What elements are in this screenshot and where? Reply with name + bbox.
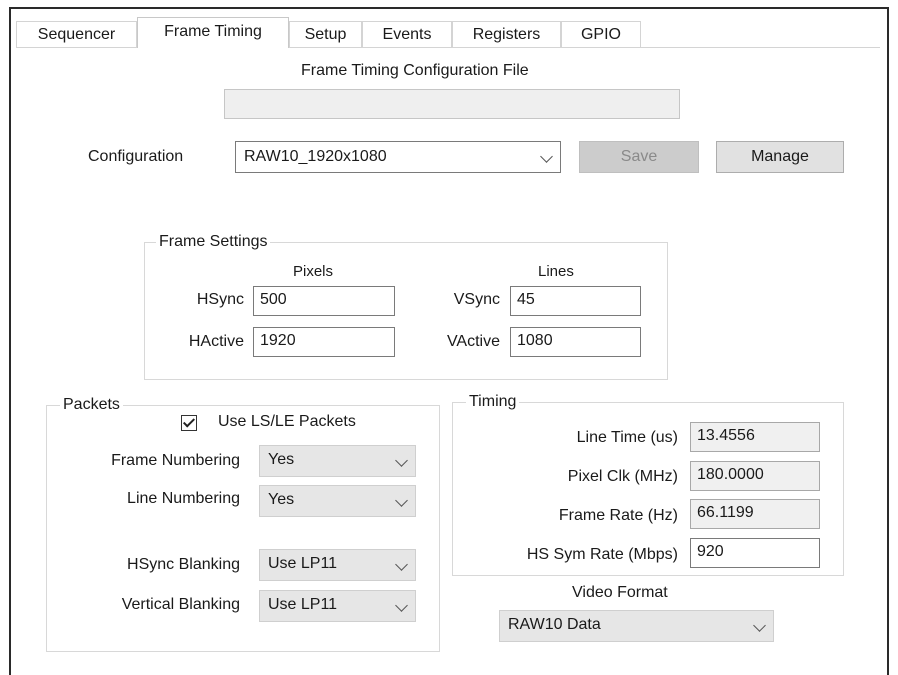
vertical-blanking-dropdown[interactable]: Use LP11 <box>259 590 416 622</box>
pixel-clk-label: Pixel Clk (MHz) <box>567 468 678 485</box>
line-numbering-value: Yes <box>268 491 295 508</box>
manage-button[interactable]: Manage <box>716 141 844 173</box>
line-time-field: 13.4556 <box>690 422 820 452</box>
config-file-label: Frame Timing Configuration File <box>301 62 529 79</box>
hsync-input[interactable]: 500 <box>253 286 395 316</box>
configuration-dropdown[interactable]: RAW10_1920x1080 <box>235 141 561 173</box>
video-format-label: Video Format <box>572 584 668 601</box>
config-file-field[interactable] <box>224 89 680 119</box>
configuration-label: Configuration <box>88 148 184 165</box>
chevron-down-icon <box>395 599 408 612</box>
vertical-blanking-label: Vertical Blanking <box>121 596 240 613</box>
tab-frame-timing[interactable]: Frame Timing <box>137 17 289 48</box>
pixels-header: Pixels <box>293 263 334 280</box>
frame-numbering-value: Yes <box>268 451 295 468</box>
window-left-border <box>9 7 11 675</box>
hsync-blanking-value: Use LP11 <box>268 555 338 572</box>
pixel-clk-field: 180.0000 <box>690 461 820 491</box>
timing-title: Timing <box>466 393 520 411</box>
tab-setup[interactable]: Setup <box>289 21 362 47</box>
line-numbering-dropdown[interactable]: Yes <box>259 485 416 517</box>
chevron-down-icon <box>540 150 553 163</box>
chevron-down-icon <box>753 619 766 632</box>
frame-settings-title: Frame Settings <box>156 233 271 251</box>
configuration-value: RAW10_1920x1080 <box>244 148 387 165</box>
tab-gpio[interactable]: GPIO <box>561 21 641 47</box>
video-format-value: RAW10 Data <box>508 616 601 633</box>
chevron-down-icon <box>395 454 408 467</box>
line-numbering-label: Line Numbering <box>127 490 240 507</box>
save-button[interactable]: Save <box>579 141 699 173</box>
hsync-blanking-label: HSync Blanking <box>127 556 240 573</box>
hsync-blanking-dropdown[interactable]: Use LP11 <box>259 549 416 581</box>
vertical-blanking-value: Use LP11 <box>268 596 338 613</box>
chevron-down-icon <box>395 558 408 571</box>
video-format-dropdown[interactable]: RAW10 Data <box>499 610 774 642</box>
frame-rate-field: 66.1199 <box>690 499 820 529</box>
vsync-input[interactable]: 45 <box>510 286 641 316</box>
window-right-border <box>887 7 889 675</box>
checkmark-icon <box>182 415 196 428</box>
chevron-down-icon <box>395 494 408 507</box>
packets-title: Packets <box>60 396 123 414</box>
hs-sym-rate-input[interactable]: 920 <box>690 538 820 568</box>
tab-sequencer[interactable]: Sequencer <box>16 21 137 47</box>
vsync-label: VSync <box>453 291 500 308</box>
hactive-input[interactable]: 1920 <box>253 327 395 357</box>
use-lsle-label[interactable]: Use LS/LE Packets <box>218 413 356 431</box>
tab-events[interactable]: Events <box>362 21 452 47</box>
line-time-label: Line Time (us) <box>576 429 678 446</box>
window-top-border <box>9 7 889 9</box>
tab-registers[interactable]: Registers <box>452 21 561 47</box>
frame-numbering-label: Frame Numbering <box>111 452 240 469</box>
use-lsle-checkbox[interactable] <box>181 415 197 431</box>
frame-rate-label: Frame Rate (Hz) <box>558 507 678 524</box>
vactive-label: VActive <box>446 333 500 350</box>
hsync-label: HSync <box>196 291 244 308</box>
hactive-label: HActive <box>188 333 244 350</box>
lines-header: Lines <box>538 263 574 280</box>
frame-numbering-dropdown[interactable]: Yes <box>259 445 416 477</box>
hs-sym-rate-label: HS Sym Rate (Mbps) <box>526 546 678 563</box>
vactive-input[interactable]: 1080 <box>510 327 641 357</box>
